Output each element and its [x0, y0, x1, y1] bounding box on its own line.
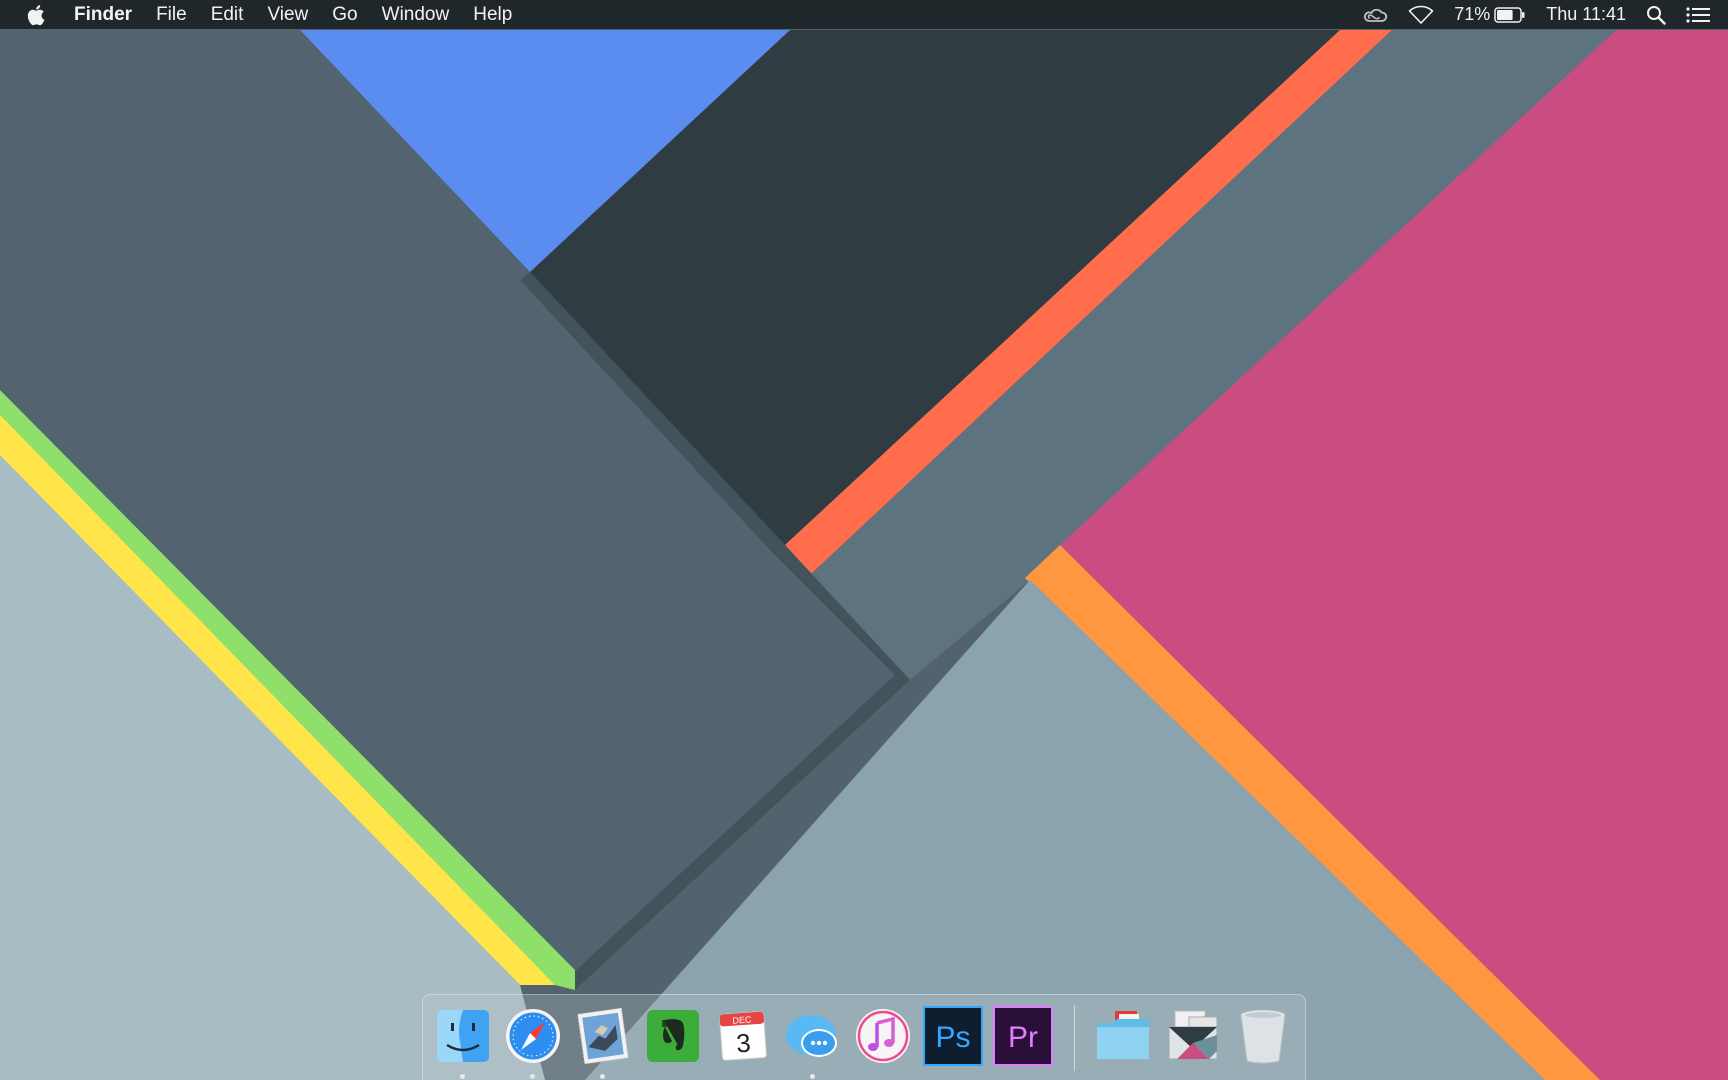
folder-icon[interactable]: [1093, 1005, 1153, 1067]
messages-bubble-icon[interactable]: [783, 1005, 843, 1067]
calendar-day: 3: [735, 1028, 752, 1059]
messages-running-indicator: [810, 1074, 815, 1079]
clock[interactable]: Thu 11:41: [1536, 0, 1636, 29]
menu-bar: Finder File Edit View Go Window Help 71%: [0, 0, 1728, 29]
apple-logo-icon[interactable]: [26, 4, 48, 26]
trash-icon[interactable]: [1233, 1005, 1293, 1067]
menu-edit[interactable]: Edit: [199, 0, 256, 29]
finder-running-indicator: [460, 1074, 465, 1079]
photoshop-label: Ps: [935, 1021, 970, 1054]
calendar-icon[interactable]: DEC 3: [713, 1005, 773, 1067]
mail-running-indicator: [600, 1074, 605, 1079]
menu-go[interactable]: Go: [320, 0, 369, 29]
menu-view[interactable]: View: [255, 0, 320, 29]
menu-finder[interactable]: Finder: [74, 0, 144, 29]
stack-icon[interactable]: [1163, 1005, 1223, 1067]
dock-separator: [1074, 1005, 1075, 1071]
music-note-icon[interactable]: [853, 1005, 913, 1067]
dock: DEC 3 Ps Pr: [422, 994, 1306, 1080]
creative-cloud-icon[interactable]: [1352, 0, 1398, 29]
battery-icon[interactable]: [1494, 0, 1536, 29]
safari-compass-icon[interactable]: [503, 1005, 563, 1067]
calendar-month: DEC: [732, 1014, 752, 1025]
menu-window[interactable]: Window: [370, 0, 462, 29]
menu-file[interactable]: File: [144, 0, 199, 29]
photoshop-icon[interactable]: Ps: [923, 1005, 983, 1067]
desktop-wallpaper: [0, 0, 1728, 1080]
safari-running-indicator: [530, 1074, 535, 1079]
magnifier-icon[interactable]: [1636, 0, 1676, 29]
premiere-icon[interactable]: Pr: [993, 1005, 1053, 1067]
finder-icon[interactable]: [433, 1005, 493, 1067]
wifi-icon[interactable]: [1398, 0, 1444, 29]
battery-percent[interactable]: 71%: [1444, 0, 1494, 29]
menu-help[interactable]: Help: [461, 0, 524, 29]
list-icon[interactable]: [1676, 0, 1710, 29]
evernote-elephant-icon[interactable]: [643, 1005, 703, 1067]
premiere-label: Pr: [1008, 1021, 1038, 1054]
mail-stamp-icon[interactable]: [573, 1005, 633, 1067]
